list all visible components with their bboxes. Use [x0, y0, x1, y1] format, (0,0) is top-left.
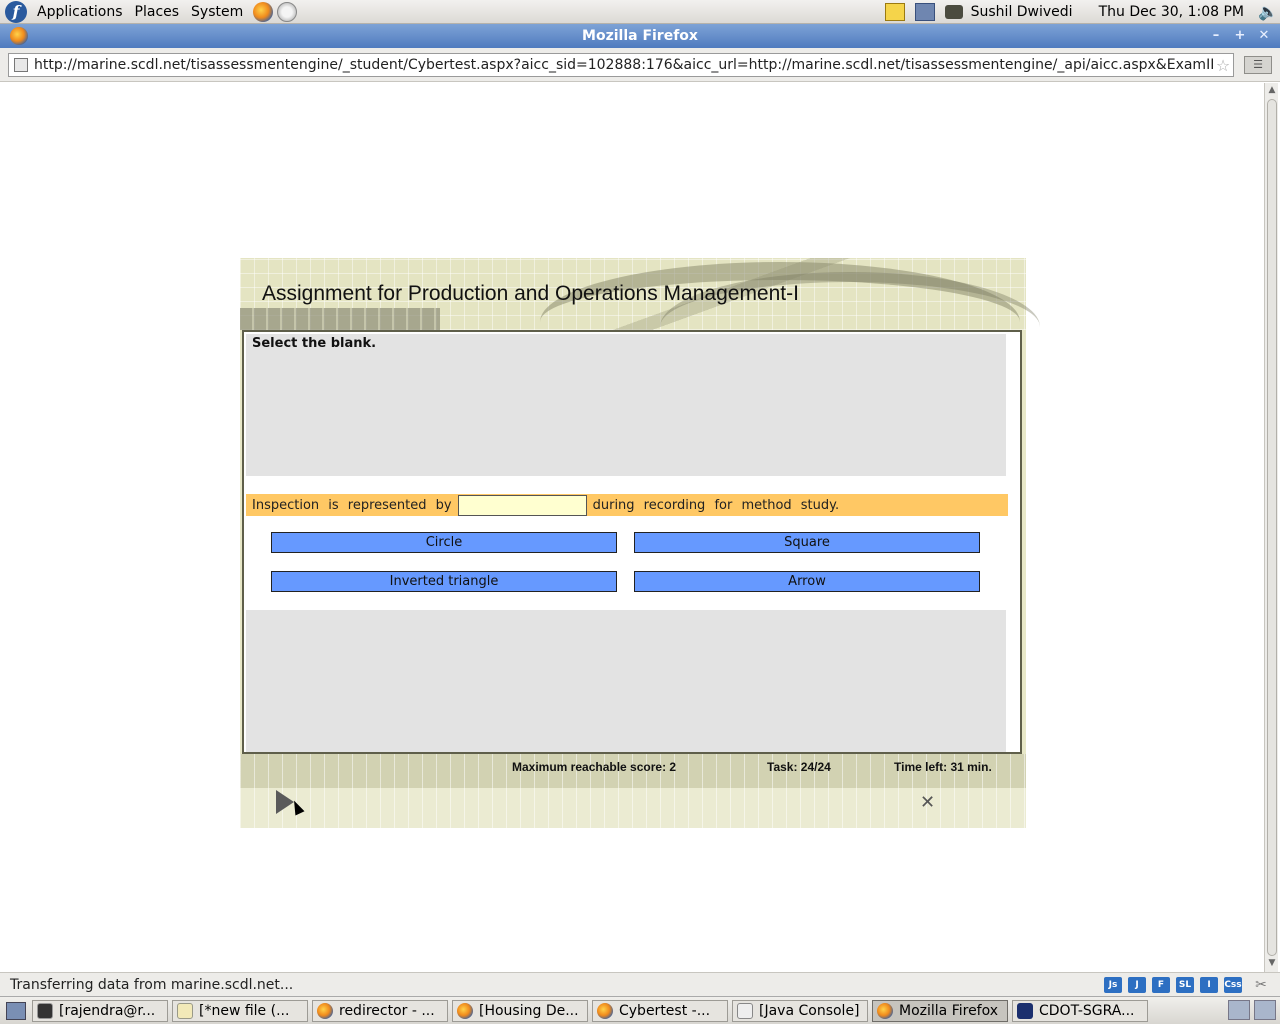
workspace-1[interactable] [1228, 1000, 1250, 1020]
network-icon[interactable] [914, 3, 935, 21]
fill-blank-sentence: Inspection is represented by during reco… [246, 494, 1008, 516]
close-window-button[interactable]: ✕ [1254, 27, 1274, 45]
fedora-logo-icon[interactable]: f [5, 0, 27, 23]
question-instruction: Select the blank. [252, 336, 377, 351]
minimize-button[interactable]: – [1206, 27, 1226, 45]
f-addon-icon[interactable]: F [1152, 977, 1170, 993]
time-left: Time left: 31 min. [894, 760, 992, 774]
task-label: [Housing De... [479, 1002, 579, 1019]
page-viewport: Assignment for Production and Operations… [2, 83, 1264, 972]
mail-launcher-icon[interactable] [277, 1, 298, 22]
sentence-after: during recording for method study. [592, 497, 840, 513]
terminal-icon [37, 1002, 53, 1019]
system-menu[interactable]: System [185, 4, 249, 20]
url-text[interactable]: http://marine.scdl.net/tisassessmentengi… [34, 57, 1213, 73]
status-text: Transferring data from marine.scdl.net..… [10, 976, 294, 993]
firefox-icon [597, 1002, 613, 1019]
task-java-console[interactable]: [Java Console] [732, 999, 868, 1022]
css-addon-icon[interactable]: Css [1224, 977, 1242, 993]
vertical-scrollbar[interactable]: ▲ ▼ [1264, 83, 1278, 972]
option-square[interactable]: Square [634, 532, 980, 553]
workspace-switcher [1228, 1000, 1276, 1020]
window-titlebar[interactable]: Mozilla Firefox – + ✕ [0, 24, 1280, 48]
sentence-before: Inspection is represented by [252, 497, 452, 513]
java-icon [737, 1002, 753, 1019]
answer-feedback-area [246, 610, 1006, 752]
task-label: Cybertest -... [619, 1002, 711, 1019]
task-label: CDOT-SGRA... [1039, 1002, 1135, 1019]
firefox-launcher-icon[interactable] [253, 1, 274, 22]
navigation-toolbar: http://marine.scdl.net/tisassessmentengi… [0, 48, 1280, 82]
task-counter: Task: 24/24 [767, 760, 831, 774]
applications-menu[interactable]: Applications [31, 4, 129, 20]
places-menu[interactable]: Places [129, 4, 186, 20]
firefox-icon [457, 1002, 473, 1019]
assessment-frame: Assignment for Production and Operations… [240, 258, 1040, 828]
option-inverted-triangle[interactable]: Inverted triangle [271, 571, 617, 592]
task-redirector[interactable]: redirector - ... [312, 999, 448, 1022]
option-arrow[interactable]: Arrow [634, 571, 980, 592]
task-housing[interactable]: [Housing De... [452, 999, 588, 1022]
task-cdot[interactable]: CDOT-SGRA... [1012, 999, 1148, 1022]
notes-icon[interactable] [884, 3, 905, 21]
close-assessment-icon[interactable]: ✕ [920, 792, 935, 813]
user-icon [944, 5, 963, 19]
scissors-icon[interactable]: ✂ [1248, 977, 1274, 993]
task-label: Mozilla Firefox [899, 1002, 999, 1019]
max-score: Maximum reachable score: 2 [512, 760, 677, 774]
js-addon-icon[interactable]: Js [1104, 977, 1122, 993]
volume-icon[interactable]: 🔈 [1258, 3, 1278, 21]
option-circle[interactable]: Circle [271, 532, 617, 553]
scroll-thumb[interactable] [1267, 99, 1277, 956]
task-text-editor[interactable]: [*new file (... [172, 999, 308, 1022]
site-identity-icon[interactable] [14, 58, 28, 72]
scroll-down-icon[interactable]: ▼ [1267, 958, 1277, 970]
task-terminal[interactable]: [rajendra@r... [32, 999, 168, 1022]
addon-icons: Js J F SL I Css ✂ [1104, 977, 1274, 993]
i-addon-icon[interactable]: I [1200, 977, 1218, 993]
task-cybertest[interactable]: Cybertest -... [592, 999, 728, 1022]
workspace-2[interactable] [1254, 1000, 1276, 1020]
window-title: Mozilla Firefox [582, 28, 698, 44]
task-label: [Java Console] [759, 1002, 860, 1019]
scroll-up-icon[interactable]: ▲ [1267, 85, 1277, 97]
panel-tray: Sushil Dwivedi Thu Dec 30, 1:08 PM 🔈 [884, 0, 1280, 24]
j-addon-icon[interactable]: J [1128, 977, 1146, 993]
url-bar[interactable]: http://marine.scdl.net/tisassessmentengi… [8, 53, 1234, 77]
task-label: [*new file (... [199, 1002, 290, 1019]
panel-username[interactable]: Sushil Dwivedi [971, 4, 1073, 20]
answer-blank[interactable] [457, 494, 587, 516]
task-label: [rajendra@r... [59, 1002, 156, 1019]
show-desktop-icon[interactable] [6, 1001, 26, 1020]
firefox-icon [877, 1002, 893, 1019]
firefox-icon [10, 27, 28, 45]
maximize-button[interactable]: + [1230, 27, 1250, 45]
task-label: redirector - ... [339, 1002, 435, 1019]
toolbar-menu-icon[interactable]: ☰ [1244, 56, 1272, 74]
status-bar: Transferring data from marine.scdl.net..… [0, 972, 1280, 996]
bookmark-star-icon[interactable]: ☆ [1213, 56, 1233, 75]
text-editor-icon [177, 1002, 193, 1019]
firefox-icon [317, 1002, 333, 1019]
taskbar: [rajendra@r... [*new file (... redirecto… [0, 996, 1280, 1024]
panel-clock[interactable]: Thu Dec 30, 1:08 PM [1099, 4, 1244, 20]
task-mozilla-firefox[interactable]: Mozilla Firefox [872, 999, 1008, 1022]
sl-addon-icon[interactable]: SL [1176, 977, 1194, 993]
question-area: Select the blank. [246, 334, 1006, 476]
assessment-footer: Maximum reachable score: 2 Task: 24/24 T… [240, 754, 1026, 828]
top-panel: f Applications Places System Sushil Dwiv… [0, 0, 1280, 24]
cdot-icon [1017, 1002, 1033, 1019]
assessment-title: Assignment for Production and Operations… [262, 282, 799, 305]
assessment-header: Assignment for Production and Operations… [240, 258, 1040, 330]
question-panel: Select the blank. Inspection is represen… [242, 330, 1022, 754]
